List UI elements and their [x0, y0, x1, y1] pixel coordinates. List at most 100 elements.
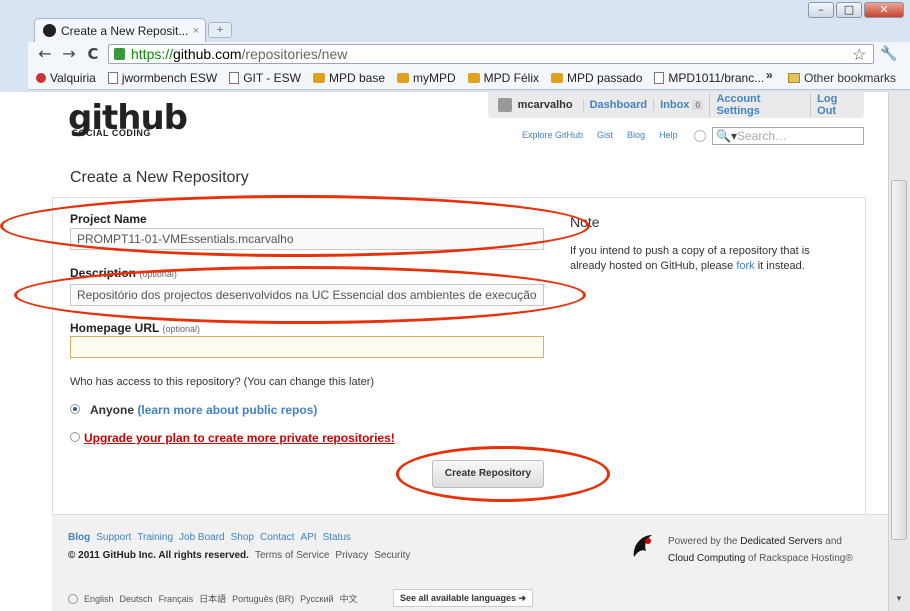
user-nav: mcarvalho Dashboard Inbox 0 Account Setti…: [488, 92, 864, 118]
bookmark-item[interactable]: GIT - ESW: [229, 71, 301, 85]
note-title: Note: [570, 214, 600, 230]
terms-link[interactable]: Terms of Service: [255, 550, 329, 561]
dashboard-link[interactable]: Dashboard: [582, 99, 653, 111]
address-bar[interactable]: https://github.com/repositories/new: [108, 44, 874, 64]
maximize-button[interactable]: □: [836, 2, 862, 18]
explore-github-link[interactable]: Explore GitHub: [522, 130, 583, 140]
logout-link[interactable]: Log Out: [810, 93, 864, 117]
fork-link[interactable]: fork: [736, 260, 754, 272]
browser-tab[interactable]: Create a New Reposit... ×: [34, 18, 206, 42]
mpd-icon: [467, 72, 480, 83]
other-bookmarks-button[interactable]: Other bookmarks: [788, 66, 896, 90]
page-icon: [654, 71, 665, 84]
language-list: English Deutsch Français 日本語 Português (…: [68, 592, 358, 605]
access-question: Who has access to this repository? (You …: [70, 376, 375, 388]
anyone-label: Anyone: [90, 403, 135, 417]
subnav-links: Explore GitHub Gist Blog Help: [522, 130, 678, 140]
bookmark-item[interactable]: MPD1011/branc...: [654, 71, 764, 85]
footer-copyright-row: © 2011 GitHub Inc. All rights reserved. …: [68, 550, 410, 561]
blog-link[interactable]: Blog: [627, 130, 645, 140]
description-label: Description (optional): [70, 266, 177, 280]
account-settings-link[interactable]: Account Settings: [709, 93, 810, 117]
bookmark-label: jwormbench ESW: [121, 70, 218, 85]
note-text-after: it instead.: [754, 260, 805, 272]
mpd-icon: [397, 72, 409, 83]
private-radio[interactable]: [70, 432, 80, 442]
footer-link[interactable]: Status: [323, 532, 351, 543]
cloud-computing-link[interactable]: Cloud Computing: [668, 553, 745, 564]
bookmark-item[interactable]: Valquiria: [36, 71, 96, 85]
public-radio[interactable]: [70, 404, 80, 414]
language-link[interactable]: Português (BR): [232, 594, 294, 604]
footer-link[interactable]: Training: [137, 532, 173, 543]
minimize-button[interactable]: –: [808, 2, 834, 18]
footer-link[interactable]: API: [300, 532, 316, 543]
bookmark-item[interactable]: jwormbench ESW: [107, 70, 218, 85]
bookmarks-bar: Valquiria jwormbench ESW GIT - ESW MPD b…: [28, 66, 910, 90]
window-controls: – □ ✕: [808, 2, 904, 18]
project-name-input[interactable]: PROMPT11-01-VMEssentials.mcarvalho: [70, 228, 544, 250]
page-icon: [229, 71, 240, 84]
bookmark-item[interactable]: myMPD: [397, 71, 456, 85]
footer-link[interactable]: Blog: [68, 532, 90, 543]
advanced-search-icon[interactable]: [694, 130, 706, 142]
page-title: Create a New Repository: [70, 169, 249, 186]
bookmark-label: myMPD: [413, 70, 456, 85]
help-link[interactable]: Help: [659, 130, 678, 140]
footer-link[interactable]: Shop: [231, 532, 254, 543]
inbox-label: Inbox: [660, 99, 690, 111]
github-logo-tagline: SOCIAL CODING: [72, 128, 151, 138]
homepage-url-input[interactable]: [70, 336, 544, 358]
description-input[interactable]: Repositório dos projectos desenvolvidos …: [70, 284, 544, 306]
globe-icon: [68, 593, 78, 604]
page-icon: [107, 71, 118, 84]
language-link[interactable]: 日本語: [199, 592, 226, 605]
folder-icon: [788, 73, 800, 83]
bookmarks-overflow-button[interactable]: »: [766, 68, 773, 82]
dedicated-servers-link[interactable]: Dedicated Servers: [740, 536, 822, 547]
all-languages-button[interactable]: See all available languages ➜: [393, 589, 534, 607]
forward-button[interactable]: →: [60, 45, 78, 63]
bookmark-label: MPD base: [328, 70, 385, 85]
language-link[interactable]: English: [84, 594, 114, 604]
language-link[interactable]: Русский: [300, 594, 333, 604]
powered-text-3: of Rackspace Hosting®: [745, 553, 853, 564]
bookmark-item[interactable]: MPD base: [312, 70, 385, 85]
footer-link[interactable]: Support: [96, 532, 131, 543]
bookmark-star-icon[interactable]: ☆: [852, 45, 866, 65]
username-link[interactable]: mcarvalho: [518, 99, 573, 111]
bookmark-item[interactable]: MPD Félix: [467, 70, 540, 85]
bookmark-item[interactable]: MPD passado: [551, 71, 642, 85]
search-input[interactable]: 🔍▾ Search…: [712, 127, 864, 145]
security-link[interactable]: Security: [374, 550, 410, 561]
search-placeholder: Search…: [737, 129, 788, 143]
back-button[interactable]: ←: [36, 45, 54, 63]
new-tab-button[interactable]: +: [208, 22, 232, 38]
inbox-link[interactable]: Inbox 0: [653, 99, 709, 111]
description-optional-text: (optional): [139, 269, 177, 279]
language-link[interactable]: Deutsch: [120, 594, 153, 604]
mpd-icon: [551, 72, 564, 83]
homepage-optional-text: (optional): [162, 324, 201, 334]
tab-close-icon[interactable]: ×: [193, 25, 199, 37]
footer-link[interactable]: Job Board: [179, 532, 225, 543]
reload-button[interactable]: C: [84, 45, 102, 63]
scroll-down-icon[interactable]: ▼: [891, 594, 907, 608]
public-repos-link[interactable]: (learn more about public repos): [137, 403, 317, 417]
scrollbar-thumb[interactable]: [891, 180, 907, 540]
avatar[interactable]: [498, 98, 512, 112]
footer-link[interactable]: Contact: [260, 532, 294, 543]
url-host: github.com: [173, 46, 242, 62]
create-repository-button[interactable]: Create Repository: [432, 460, 544, 488]
language-link[interactable]: Français: [159, 594, 194, 604]
bookmark-label: MPD Félix: [483, 70, 540, 85]
rackspace-logo-icon[interactable]: [628, 531, 658, 561]
language-link[interactable]: 中文: [340, 592, 358, 605]
close-window-button[interactable]: ✕: [864, 2, 904, 18]
gist-link[interactable]: Gist: [597, 130, 613, 140]
wrench-menu-icon[interactable]: 🔧: [880, 45, 897, 62]
footer-links: Blog Support Training Job Board Shop Con…: [68, 532, 351, 543]
note-text: If you intend to push a copy of a reposi…: [570, 244, 830, 274]
upgrade-plan-link[interactable]: Upgrade your plan to create more private…: [84, 431, 395, 445]
privacy-link[interactable]: Privacy: [335, 550, 368, 561]
